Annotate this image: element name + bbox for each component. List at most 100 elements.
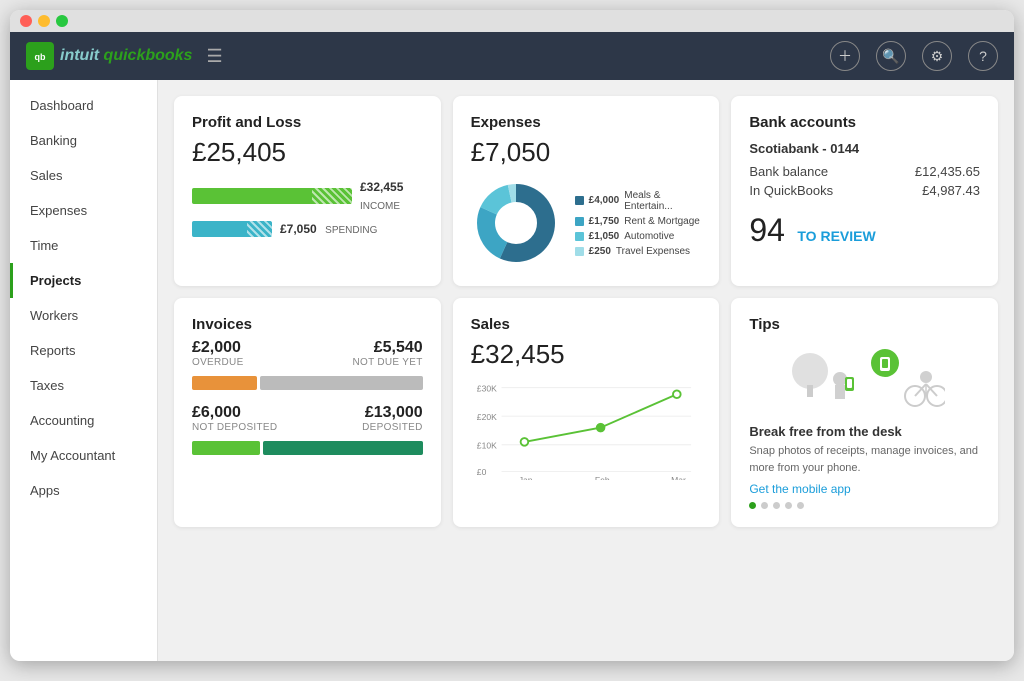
legend-dot-3 <box>575 232 584 241</box>
sales-chart: £30K £20K £10K £0 <box>471 380 702 485</box>
donut-svg <box>471 178 561 268</box>
qb-value: £4,987.43 <box>922 183 980 198</box>
tip-dot-4[interactable] <box>785 502 792 509</box>
settings-button[interactable]: ⚙ <box>922 41 952 71</box>
tip-text: Snap photos of receipts, manage invoices… <box>749 443 980 476</box>
overdue-amount: £2,000 <box>192 339 244 357</box>
sidebar-item-time[interactable]: Time <box>10 228 157 263</box>
not-due-amount: £5,540 <box>352 339 422 357</box>
nav-left: qb intuit quickbooks ☰ <box>26 42 223 70</box>
add-button[interactable]: ＋ <box>830 41 860 71</box>
main-content: Dashboard Banking Sales Expenses Time Pr… <box>10 80 1014 661</box>
sales-title: Sales <box>471 316 702 333</box>
tips-svg <box>785 341 945 416</box>
not-due-section: £5,540 NOT DUE YET <box>352 339 422 368</box>
income-bar-container <box>192 188 352 204</box>
profit-loss-card: Profit and Loss £25,405 £32,455 INCOME <box>174 96 441 286</box>
sidebar-item-expenses[interactable]: Expenses <box>10 193 157 228</box>
bank-balance-label: Bank balance <box>749 164 828 179</box>
close-button[interactable] <box>20 15 32 27</box>
logo-intuit: intuit <box>60 47 104 64</box>
spending-bar-solid <box>192 221 247 237</box>
sidebar-item-workers[interactable]: Workers <box>10 298 157 333</box>
svg-text:£30K: £30K <box>476 383 496 393</box>
deposit-bars <box>192 441 423 455</box>
svg-text:£20K: £20K <box>476 412 496 422</box>
review-section: 94 TO REVIEW <box>749 212 980 249</box>
svg-text:Feb: Feb <box>595 475 610 480</box>
income-amount: £32,455 <box>360 180 403 194</box>
sidebar-item-sales[interactable]: Sales <box>10 158 157 193</box>
tip-dot-2[interactable] <box>761 502 768 509</box>
bank-balance-value: £12,435.65 <box>915 164 980 179</box>
titlebar <box>10 10 1014 32</box>
qb-label: In QuickBooks <box>749 183 833 198</box>
svg-text:£0: £0 <box>476 467 486 477</box>
legend-item-3: £1,050 Automotive <box>575 231 702 242</box>
sidebar-item-apps[interactable]: Apps <box>10 473 157 508</box>
tip-dot-3[interactable] <box>773 502 780 509</box>
income-bar-solid <box>192 188 312 204</box>
sales-line <box>524 394 676 442</box>
not-deposited-section: £6,000 NOT DEPOSITED <box>192 404 277 433</box>
deposit-row: £6,000 NOT DEPOSITED £13,000 DEPOSITED <box>192 404 423 433</box>
sales-dot-mar <box>673 390 681 398</box>
help-button[interactable]: ? <box>968 41 998 71</box>
not-deposited-amount: £6,000 <box>192 404 277 422</box>
sidebar-item-dashboard[interactable]: Dashboard <box>10 88 157 123</box>
review-label[interactable]: TO REVIEW <box>797 228 875 244</box>
search-button[interactable]: 🔍 <box>876 41 906 71</box>
expenses-title: Expenses <box>471 114 702 131</box>
app-window: qb intuit quickbooks ☰ ＋ 🔍 ⚙ ? Da <box>10 10 1014 661</box>
sidebar-item-reports[interactable]: Reports <box>10 333 157 368</box>
get-mobile-app-link[interactable]: Get the mobile app <box>749 482 980 496</box>
invoices-card: Invoices £2,000 OVERDUE £5,540 NOT DUE Y… <box>174 298 441 527</box>
sidebar-item-taxes[interactable]: Taxes <box>10 368 157 403</box>
logo-text: intuit quickbooks <box>60 47 192 65</box>
profit-loss-value: £25,405 <box>192 137 423 168</box>
sidebar-item-accounting[interactable]: Accounting <box>10 403 157 438</box>
sidebar-item-projects[interactable]: Projects <box>10 263 157 298</box>
overdue-section: £2,000 OVERDUE <box>192 339 244 368</box>
tip-dot-1[interactable] <box>749 502 756 509</box>
spending-bar-hatched <box>247 221 272 237</box>
legend-item-2: £1,750 Rent & Mortgage <box>575 216 702 227</box>
hamburger-menu[interactable]: ☰ <box>206 46 222 67</box>
spending-bar-container <box>192 221 272 237</box>
legend-dot-4 <box>575 247 584 256</box>
donut-center <box>496 203 536 243</box>
sidebar-item-my-accountant[interactable]: My Accountant <box>10 438 157 473</box>
overdue-label: OVERDUE <box>192 357 244 368</box>
not-deposited-bar <box>192 441 260 455</box>
profit-loss-title: Profit and Loss <box>192 114 423 131</box>
bank-balance-row: Bank balance £12,435.65 <box>749 164 980 179</box>
overdue-bar <box>192 376 257 390</box>
tip-dot-5[interactable] <box>797 502 804 509</box>
bank-accounts-card: Bank accounts Scotiabank - 0144 Bank bal… <box>731 96 998 286</box>
svg-text:qb: qb <box>35 52 46 62</box>
app-container: qb intuit quickbooks ☰ ＋ 🔍 ⚙ ? Da <box>10 32 1014 661</box>
sidebar-item-banking[interactable]: Banking <box>10 123 157 158</box>
not-deposited-label: NOT DEPOSITED <box>192 422 277 433</box>
income-bar-hatched <box>312 188 352 204</box>
bank-accounts-title: Bank accounts <box>749 114 980 131</box>
legend-dot-2 <box>575 217 584 226</box>
donut-section: £4,000 Meals & Entertain... £1,750 Rent … <box>471 178 702 268</box>
spending-amount: £7,050 <box>280 222 317 236</box>
sales-card: Sales £32,455 £30K £20K £10K £0 <box>453 298 720 527</box>
tips-card: Tips <box>731 298 998 527</box>
logo-icon: qb <box>26 42 54 70</box>
income-label: INCOME <box>360 201 400 212</box>
cards-grid: Profit and Loss £25,405 £32,455 INCOME <box>174 96 998 527</box>
minimize-button[interactable] <box>38 15 50 27</box>
top-navigation: qb intuit quickbooks ☰ ＋ 🔍 ⚙ ? <box>10 32 1014 80</box>
expenses-value: £7,050 <box>471 137 702 168</box>
spending-label: SPENDING <box>325 225 377 236</box>
svg-text:£10K: £10K <box>476 441 496 451</box>
logo: qb intuit quickbooks <box>26 42 192 70</box>
deposited-section: £13,000 DEPOSITED <box>362 404 423 433</box>
not-due-label: NOT DUE YET <box>352 357 422 368</box>
maximize-button[interactable] <box>56 15 68 27</box>
bank-name: Scotiabank - 0144 <box>749 141 980 156</box>
overdue-bars <box>192 376 423 390</box>
